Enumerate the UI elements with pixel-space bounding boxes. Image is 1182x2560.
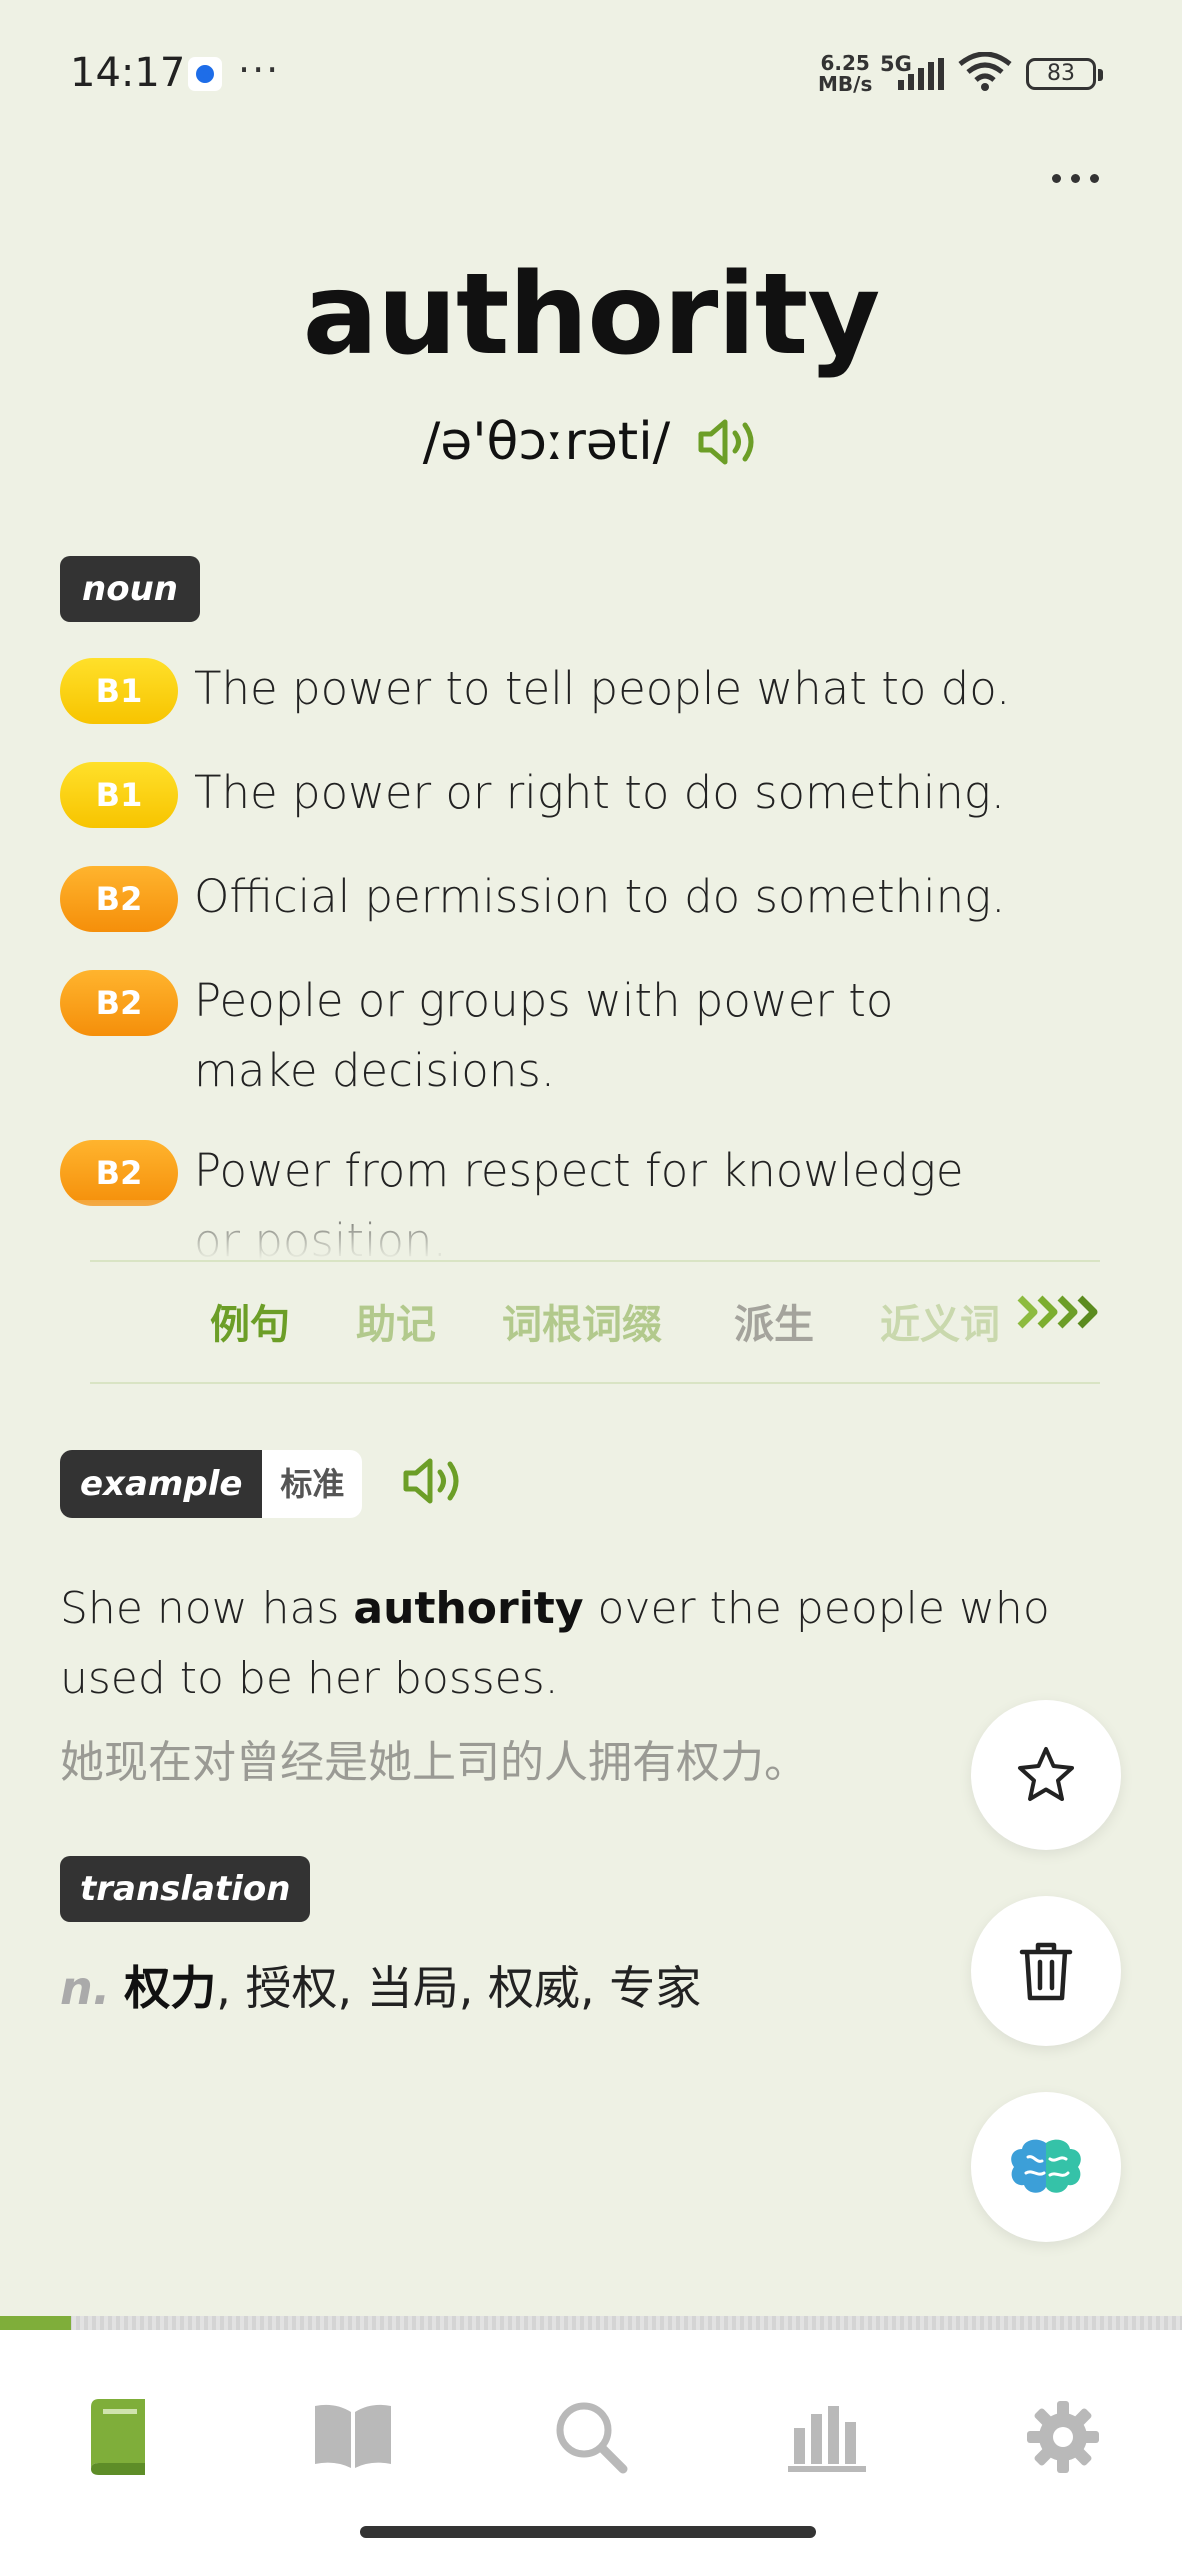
delete-button[interactable] xyxy=(971,1896,1121,2046)
example-variant-toggle[interactable]: 标准 xyxy=(262,1450,363,1518)
home-indicator[interactable] xyxy=(360,2526,816,2538)
translation-primary: 权力 xyxy=(124,1961,217,2015)
example-label: example xyxy=(60,1450,263,1518)
battery-icon: 83 xyxy=(1026,58,1103,90)
translation-tag: translation xyxy=(60,1856,311,1922)
nav-search[interactable] xyxy=(536,2382,646,2492)
bottom-navigation xyxy=(0,2330,1182,2560)
example-tag[interactable]: example 标准 xyxy=(60,1450,363,1518)
cefr-level-badge: B2 xyxy=(60,970,178,1036)
tab-roots-affixes[interactable]: 词根词缀 xyxy=(502,1292,662,1350)
cefr-level-badge: B2 xyxy=(60,1140,178,1206)
status-time: 14:17 xyxy=(70,50,186,96)
example-sentence-start: She now has xyxy=(60,1583,354,1634)
app-notification-icon xyxy=(188,57,222,91)
pronunciation-speaker-icon[interactable] xyxy=(697,417,759,467)
translation-pos: n. xyxy=(60,1961,111,2015)
more-tabs-chevrons-icon[interactable] xyxy=(1016,1290,1100,1334)
tab-synonyms[interactable]: 近义词 xyxy=(880,1292,1000,1350)
network-speed: 6.25 MB/s xyxy=(818,53,872,95)
cefr-level-badge: B1 xyxy=(60,658,178,724)
network-speed-unit: MB/s xyxy=(818,72,873,96)
example-sentence: She now has authority over the people wh… xyxy=(60,1574,1130,1714)
sense-definition: The power to tell people what to do. xyxy=(194,662,1011,715)
section-tabs: 例句 助记 词根词缀 派生 近义词 xyxy=(90,1260,1100,1384)
brain-icon xyxy=(1011,2139,1081,2193)
sense-definition: People or groups with power to make deci… xyxy=(194,974,894,1097)
stats-icon xyxy=(788,2406,866,2472)
trash-icon xyxy=(1019,1942,1073,2001)
favorite-button[interactable] xyxy=(971,1700,1121,1850)
cefr-level-badge: B1 xyxy=(60,762,178,828)
open-book-icon xyxy=(315,2404,391,2468)
nav-word-book[interactable] xyxy=(62,2382,172,2492)
progress-fill xyxy=(0,2316,71,2330)
search-icon xyxy=(556,2402,628,2474)
example-translation: 她现在对曾经是她上司的人拥有权力。 xyxy=(60,1737,808,1788)
tab-mnemonic[interactable]: 助记 xyxy=(356,1292,436,1350)
scroll-fade xyxy=(0,1200,1182,1260)
nav-settings[interactable] xyxy=(1008,2382,1118,2492)
status-bar: 14:17 ··· 6.25 MB/s 5G 83 xyxy=(0,0,1182,150)
word-detail-screen: 14:17 ··· 6.25 MB/s 5G 83 authority /ə'θ… xyxy=(0,0,1182,2560)
settings-gear-icon xyxy=(1027,2401,1099,2473)
translation-line: n. 权力, 授权, 当局, 权威, 专家 xyxy=(60,1952,701,2018)
sense-definition: The power or right to do something. xyxy=(194,766,1006,819)
ai-assistant-button[interactable] xyxy=(971,2092,1121,2242)
example-keyword: authority xyxy=(353,1583,584,1634)
overflow-dots-icon: ··· xyxy=(238,48,281,92)
nav-statistics[interactable] xyxy=(772,2382,882,2492)
progress-bar xyxy=(0,2316,1182,2330)
network-speed-value: 6.25 xyxy=(820,51,870,75)
word-book-icon xyxy=(91,2399,145,2475)
phonetic: /ə'θɔːrəti/ xyxy=(422,412,671,472)
example-speaker-icon[interactable] xyxy=(402,1456,464,1506)
sense-definition: Official permission to do something. xyxy=(194,870,1006,923)
tab-examples[interactable]: 例句 xyxy=(210,1292,290,1350)
more-options-button[interactable] xyxy=(1048,160,1104,196)
signal-icon xyxy=(898,58,944,90)
nav-library[interactable] xyxy=(298,2382,408,2492)
star-icon xyxy=(1018,1747,1074,1801)
part-of-speech-tag: noun xyxy=(60,556,200,622)
wifi-icon xyxy=(958,52,1012,91)
cefr-level-badge: B2 xyxy=(60,866,178,932)
translation-others: , 授权, 当局, 权威, 专家 xyxy=(216,1961,702,2015)
tab-derivatives[interactable]: 派生 xyxy=(734,1292,814,1350)
headword: authority xyxy=(302,250,881,380)
phonetic-row: /ə'θɔːrəti/ xyxy=(0,412,1182,472)
